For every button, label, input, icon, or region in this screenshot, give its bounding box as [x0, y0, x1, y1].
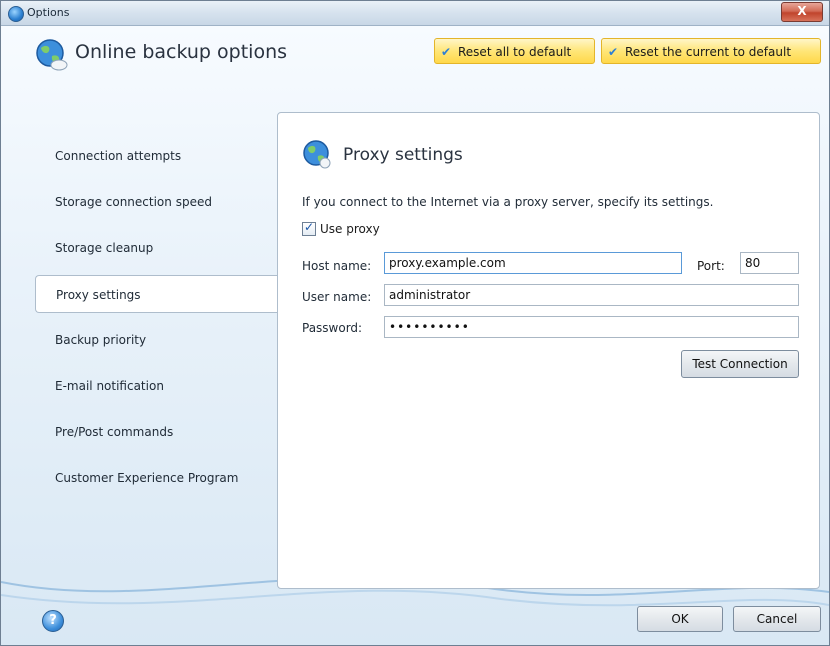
help-icon[interactable]: ?	[42, 610, 64, 632]
password-input[interactable]	[384, 316, 799, 338]
test-connection-button[interactable]: Test Connection	[681, 350, 799, 378]
port-input[interactable]	[740, 252, 799, 274]
nav-item-connection-attempts[interactable]: Connection attempts	[35, 137, 277, 175]
proxy-description: If you connect to the Internet via a pro…	[302, 195, 714, 209]
nav-item-storage-cleanup[interactable]: Storage cleanup	[35, 229, 277, 267]
nav-item-proxy-settings[interactable]: Proxy settings	[35, 275, 277, 313]
reset-all-button[interactable]: ✔ Reset all to default	[434, 38, 595, 64]
nav-item-storage-connection-speed[interactable]: Storage connection speed	[35, 183, 277, 221]
host-name-input[interactable]	[384, 252, 682, 274]
ok-button[interactable]: OK	[637, 606, 723, 632]
title-bar[interactable]: Options X	[1, 1, 829, 26]
user-name-label: User name:	[302, 290, 372, 304]
checkbox-tick-icon: ✓	[304, 219, 315, 234]
section-title: Proxy settings	[343, 145, 463, 165]
user-name-input[interactable]	[384, 284, 799, 306]
online-backup-globe-icon	[36, 39, 68, 71]
close-button[interactable]: X	[781, 2, 823, 22]
use-proxy-row[interactable]: ✓ Use proxy	[302, 219, 380, 237]
password-label: Password:	[302, 321, 363, 335]
reset-current-button[interactable]: ✔ Reset the current to default	[601, 38, 821, 64]
nav-item-email-notification[interactable]: E-mail notification	[35, 367, 277, 405]
checkmark-icon: ✔	[608, 45, 619, 59]
nav-item-pre-post-commands[interactable]: Pre/Post commands	[35, 413, 277, 451]
use-proxy-checkbox[interactable]: ✓	[302, 219, 316, 236]
nav-item-customer-experience-program[interactable]: Customer Experience Program	[35, 459, 277, 497]
cancel-button[interactable]: Cancel	[733, 606, 821, 632]
reset-all-label: Reset all to default	[458, 45, 572, 59]
host-name-label: Host name:	[302, 259, 372, 273]
proxy-settings-panel: Proxy settings If you connect to the Int…	[277, 112, 820, 589]
options-window: Options X Online backup options ✔ Reset a…	[0, 0, 830, 646]
proxy-globe-icon	[303, 140, 331, 169]
window-title: Options	[27, 6, 70, 19]
reset-current-label: Reset the current to default	[625, 45, 792, 59]
nav-item-backup-priority[interactable]: Backup priority	[35, 321, 277, 359]
port-label: Port:	[697, 259, 725, 273]
checkmark-icon: ✔	[441, 45, 452, 59]
page-title: Online backup options	[75, 41, 288, 63]
use-proxy-label: Use proxy	[320, 221, 380, 236]
app-globe-icon	[8, 6, 24, 22]
